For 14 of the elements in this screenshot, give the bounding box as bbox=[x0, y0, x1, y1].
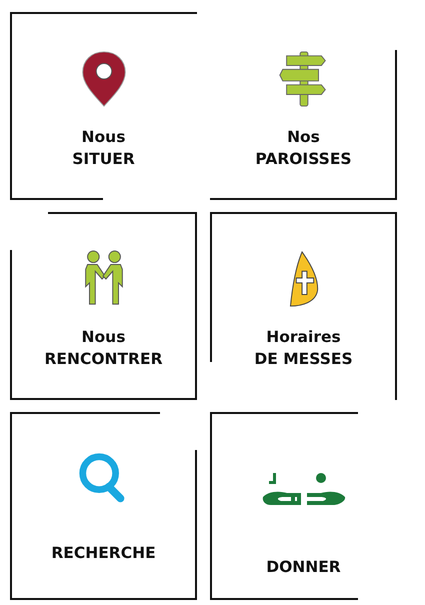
tile-label: Nous RENCONTRER bbox=[44, 327, 163, 370]
tile-label: Nous SITUER bbox=[72, 127, 135, 170]
pin-icon bbox=[80, 50, 128, 108]
menu-tile[interactable]: RECHERCHE bbox=[10, 412, 197, 600]
menu-tile[interactable]: Nos PAROISSES bbox=[210, 12, 397, 200]
menu-tile[interactable]: Horaires DE MESSES bbox=[210, 212, 397, 400]
tile-label: Horaires DE MESSES bbox=[254, 327, 353, 370]
tile-label: Nos PAROISSES bbox=[255, 127, 352, 170]
menu-tile[interactable]: Nous SITUER bbox=[10, 12, 197, 200]
menu-tile[interactable]: DONNER bbox=[210, 412, 397, 600]
tile-label: DONNER bbox=[266, 557, 341, 578]
signpost-icon bbox=[278, 50, 328, 108]
tile-label: RECHERCHE bbox=[51, 543, 156, 564]
menu-tile[interactable]: Nous RENCONTRER bbox=[10, 212, 197, 400]
